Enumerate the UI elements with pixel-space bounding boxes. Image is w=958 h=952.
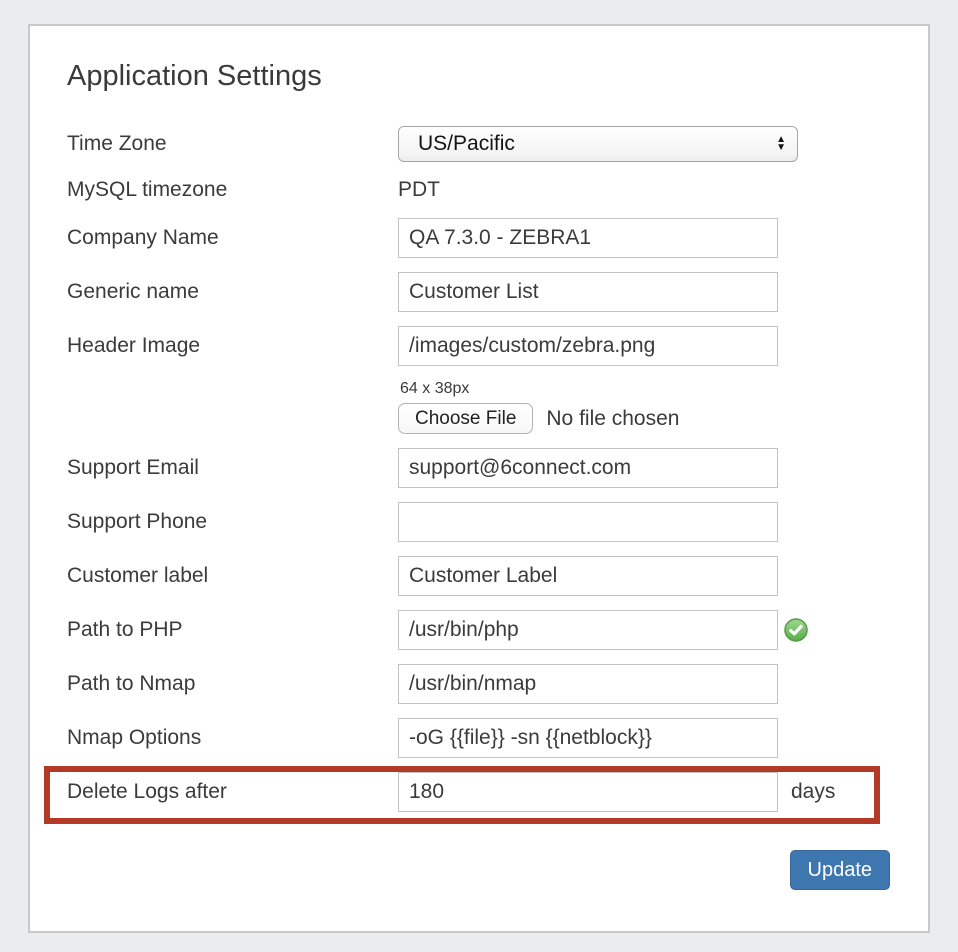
nmap-options-input[interactable]: [398, 718, 778, 758]
mysql-timezone-label: MySQL timezone: [67, 178, 398, 202]
delete-logs-input[interactable]: [398, 772, 778, 812]
support-email-input[interactable]: [398, 448, 778, 488]
application-settings-card: Application Settings Time Zone US/Pacifi…: [28, 24, 930, 933]
chevron-down-icon: ▼: [776, 144, 786, 152]
time-zone-label: Time Zone: [67, 132, 398, 156]
path-php-label: Path to PHP: [67, 618, 398, 642]
customer-label-label: Customer label: [67, 564, 398, 588]
header-image-upload-block: 64 x 38px Choose File No file chosen: [398, 380, 890, 434]
page-title: Application Settings: [67, 60, 890, 93]
company-name-input[interactable]: [398, 218, 778, 258]
form-row-mysql-timezone: MySQL timezone PDT: [67, 176, 890, 204]
file-status-text: No file chosen: [546, 407, 679, 431]
form-row-customer-label: Customer label: [67, 556, 890, 596]
path-php-input[interactable]: [398, 610, 778, 650]
time-zone-selected-value: US/Pacific: [418, 132, 776, 156]
form-row-support-email: Support Email: [67, 448, 890, 488]
generic-name-input[interactable]: [398, 272, 778, 312]
image-size-hint: 64 x 38px: [400, 380, 890, 398]
header-image-input[interactable]: [398, 326, 778, 366]
form-actions: Update: [67, 850, 890, 890]
support-phone-input[interactable]: [398, 502, 778, 542]
nmap-options-label: Nmap Options: [67, 726, 398, 750]
time-zone-select[interactable]: US/Pacific ▲ ▼: [398, 126, 798, 162]
generic-name-label: Generic name: [67, 280, 398, 304]
form-row-path-php: Path to PHP: [67, 610, 890, 650]
support-phone-label: Support Phone: [67, 510, 398, 534]
mysql-timezone-value: PDT: [398, 176, 440, 204]
form-row-delete-logs: Delete Logs after days: [67, 772, 890, 812]
form-row-time-zone: Time Zone US/Pacific ▲ ▼: [67, 126, 890, 162]
path-nmap-label: Path to Nmap: [67, 672, 398, 696]
header-image-label: Header Image: [67, 334, 398, 358]
update-button[interactable]: Update: [790, 850, 891, 890]
path-nmap-input[interactable]: [398, 664, 778, 704]
form-row-header-image: Header Image: [67, 326, 890, 366]
select-arrows-icon: ▲ ▼: [776, 136, 786, 152]
customer-label-input[interactable]: [398, 556, 778, 596]
form-row-nmap-options: Nmap Options: [67, 718, 890, 758]
file-input-row: Choose File No file chosen: [398, 403, 890, 434]
days-suffix: days: [791, 780, 835, 804]
success-check-icon: [784, 618, 808, 642]
form-row-generic-name: Generic name: [67, 272, 890, 312]
choose-file-button[interactable]: Choose File: [398, 403, 533, 434]
company-name-label: Company Name: [67, 226, 398, 250]
support-email-label: Support Email: [67, 456, 398, 480]
delete-logs-label: Delete Logs after: [67, 780, 398, 804]
form-row-company-name: Company Name: [67, 218, 890, 258]
form-row-support-phone: Support Phone: [67, 502, 890, 542]
form-row-path-nmap: Path to Nmap: [67, 664, 890, 704]
